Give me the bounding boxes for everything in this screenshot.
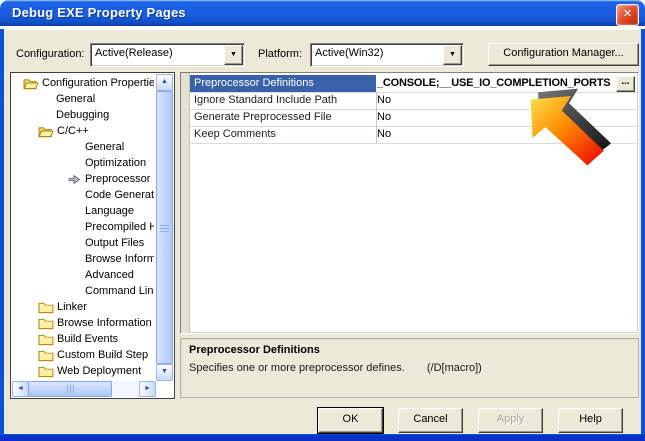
- chevron-down-icon[interactable]: ▼: [224, 45, 243, 65]
- folder-open-icon: [38, 125, 54, 138]
- window-border: [0, 434, 645, 441]
- ellipsis-button[interactable]: ...: [616, 76, 635, 92]
- tree-item-language[interactable]: Language: [12, 203, 154, 219]
- platform-label: Platform:: [258, 48, 302, 60]
- property-name[interactable]: Ignore Standard Include Path: [190, 92, 377, 109]
- scroll-down-icon[interactable]: ▼: [156, 364, 173, 381]
- ok-button[interactable]: OK: [318, 408, 383, 433]
- configuration-label: Configuration:: [16, 48, 85, 60]
- page-tree: Configuration Propertie General Debuggin…: [10, 72, 175, 399]
- help-button[interactable]: Help: [558, 408, 623, 433]
- grid-margin-strip: [181, 73, 190, 333]
- close-icon[interactable]: ✕: [616, 4, 639, 26]
- configuration-manager-button[interactable]: Configuration Manager...: [488, 43, 639, 66]
- folder-closed-icon: [38, 365, 54, 378]
- tree-item-custom-build-step[interactable]: Custom Build Step: [12, 347, 154, 363]
- tree-item-configuration-properties[interactable]: Configuration Propertie: [12, 75, 154, 91]
- property-value[interactable]: No: [373, 92, 637, 109]
- tree-item-browse-information[interactable]: Browse Informa: [12, 251, 154, 267]
- tree-vertical-scrollbar[interactable]: ▲ ▼: [156, 74, 173, 381]
- tree-item-linker[interactable]: Linker: [12, 299, 154, 315]
- scroll-left-icon[interactable]: ◄: [12, 381, 29, 397]
- tree-item-command-line[interactable]: Command Line: [12, 283, 154, 299]
- window-title: Debug EXE Property Pages: [12, 5, 186, 20]
- property-name[interactable]: Generate Preprocessed File: [190, 109, 377, 126]
- chevron-down-icon[interactable]: ▼: [443, 45, 462, 65]
- scroll-up-icon[interactable]: ▲: [156, 74, 173, 91]
- tree-item-browse-information-folder[interactable]: Browse Information: [12, 315, 154, 331]
- grid-row-generate-preprocessed-file[interactable]: Generate Preprocessed File No: [190, 109, 637, 127]
- titlebar[interactable]: Debug EXE Property Pages ✕: [0, 0, 645, 26]
- folder-closed-icon: [38, 301, 54, 314]
- platform-select[interactable]: Active(Win32) ▼: [310, 43, 464, 67]
- tree-item-precompiled-headers[interactable]: Precompiled He: [12, 219, 154, 235]
- property-value[interactable]: No: [373, 109, 637, 126]
- property-value[interactable]: No: [373, 126, 637, 143]
- tree-item-advanced[interactable]: Advanced: [12, 267, 154, 283]
- scroll-right-icon[interactable]: ►: [139, 381, 156, 397]
- tree-item-build-events[interactable]: Build Events: [12, 331, 154, 347]
- folder-closed-icon: [38, 317, 54, 330]
- tree-horizontal-scrollbar[interactable]: ◄ ►: [12, 381, 156, 397]
- tree-item-cpp-general[interactable]: General: [12, 139, 154, 155]
- tree-item-c-cpp[interactable]: C/C++: [12, 123, 154, 139]
- property-name[interactable]: Preprocessor Definitions: [190, 75, 377, 92]
- property-pages-dialog: Debug EXE Property Pages ✕ Configuration…: [0, 0, 645, 441]
- cancel-button[interactable]: Cancel: [398, 408, 463, 433]
- configuration-select[interactable]: Active(Release) ▼: [90, 43, 245, 67]
- window-border: [641, 29, 645, 441]
- property-name[interactable]: Keep Comments: [190, 126, 377, 143]
- tree-item-web-deployment[interactable]: Web Deployment: [12, 363, 154, 379]
- tree-item-optimization[interactable]: Optimization: [12, 155, 154, 171]
- current-page-arrow-icon: [68, 174, 81, 185]
- tree-item-general[interactable]: General: [12, 91, 154, 107]
- description-panel: Preprocessor Definitions Specifies one o…: [180, 338, 639, 398]
- configuration-value: Active(Release): [95, 47, 224, 59]
- tree-rows: Configuration Propertie General Debuggin…: [12, 75, 154, 380]
- grid-row-keep-comments[interactable]: Keep Comments No: [190, 126, 637, 144]
- thumb-grip: [160, 228, 169, 229]
- description-text: Specifies one or more preprocessor defin…: [189, 362, 630, 374]
- grid-row-preprocessor-definitions[interactable]: Preprocessor Definitions _CONSOLE;__USE_…: [190, 75, 637, 93]
- apply-button: Apply: [478, 408, 543, 433]
- platform-value: Active(Win32): [315, 47, 443, 59]
- grid-row-ignore-standard-include-path[interactable]: Ignore Standard Include Path No: [190, 92, 637, 110]
- property-grid: Preprocessor Definitions _CONSOLE;__USE_…: [180, 72, 639, 334]
- tree-item-debugging[interactable]: Debugging: [12, 107, 154, 123]
- folder-closed-icon: [38, 349, 54, 362]
- window-border: [0, 29, 4, 441]
- description-title: Preprocessor Definitions: [189, 344, 320, 356]
- folder-open-icon: [23, 77, 39, 90]
- thumb-grip: [70, 385, 71, 393]
- property-value[interactable]: _CONSOLE;__USE_IO_COMPLETION_PORTS: [373, 75, 637, 92]
- compiler-flag: (/D[macro]): [427, 362, 482, 374]
- tree-item-preprocessor[interactable]: Preprocessor: [12, 171, 154, 187]
- tree-item-code-generation[interactable]: Code Generatio: [12, 187, 154, 203]
- scrollbar-thumb[interactable]: [156, 91, 173, 364]
- scrollbar-thumb[interactable]: [28, 381, 112, 397]
- tree-item-output-files[interactable]: Output Files: [12, 235, 154, 251]
- folder-closed-icon: [38, 333, 54, 346]
